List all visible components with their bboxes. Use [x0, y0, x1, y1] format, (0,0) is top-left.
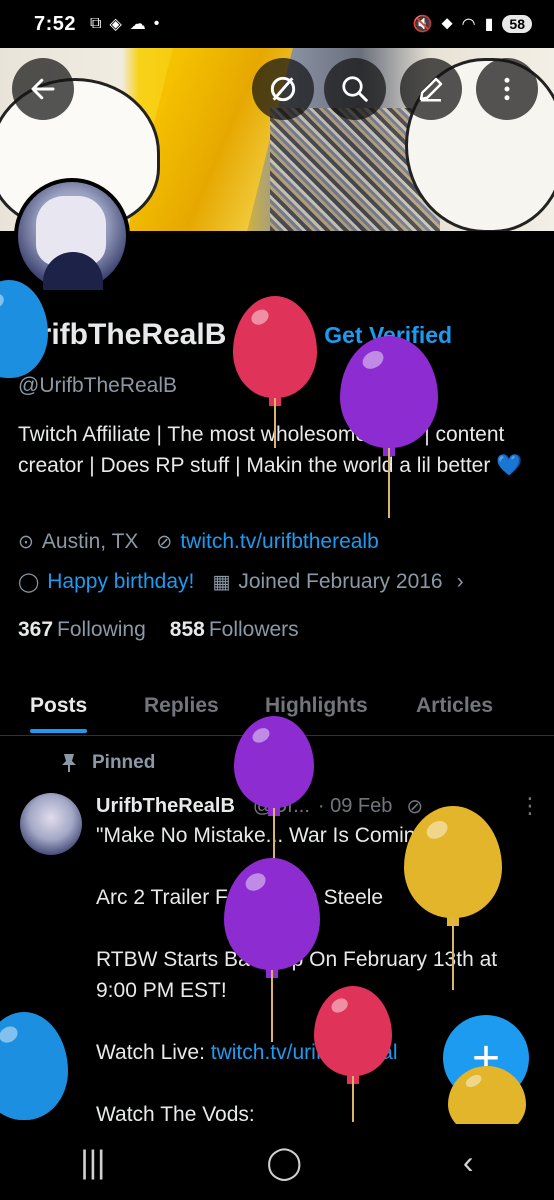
tab-replies[interactable]: Replies — [144, 690, 219, 718]
post-header: UrifbTheRealB @Ur... · 09 Feb ⊘ ⋮ — [96, 793, 541, 819]
post-author-handle[interactable]: @Ur... — [253, 795, 310, 818]
display-name: UrifbTheRealB — [18, 318, 227, 351]
location-text: Austin, TX — [41, 530, 139, 553]
system-back-button[interactable]: ‹ — [463, 1144, 474, 1181]
system-icons: 🔇 ⬥ ◠ ▮ 58 — [413, 14, 532, 34]
following-count: 367 — [18, 618, 54, 641]
home-button[interactable]: ◯ — [266, 1143, 302, 1181]
status-bar: 7:52 ⧉ ◈ ☁ • 🔇 ⬥ ◠ ▮ 58 — [0, 0, 554, 48]
dot-icon: • — [153, 15, 160, 32]
followers-count: 858 — [169, 618, 205, 641]
balloon-icon: ◯ — [18, 571, 40, 593]
blue-heart-emoji: 💙 — [496, 453, 523, 477]
name-row: UrifbTheRealB 🦌 Get Verified — [18, 318, 452, 352]
location-pin-icon: ⊙ — [18, 531, 34, 553]
meta-row-location: ⊙ Austin, TX ⊘ twitch.tv/urifbtherealb — [18, 530, 379, 554]
bio-text: Twitch Affiliate | The most wholesome De… — [18, 423, 505, 477]
compose-button[interactable]: + — [443, 1015, 529, 1101]
cloud-icon: ☁ — [129, 16, 146, 33]
tab-posts[interactable]: Posts — [30, 690, 88, 733]
website-link[interactable]: twitch.tv/urifbtherealb — [180, 530, 378, 554]
chevron-right-icon[interactable]: › — [457, 570, 464, 594]
more-button[interactable] — [476, 58, 538, 120]
tab-articles[interactable]: Articles — [416, 690, 493, 718]
balloon-decoration — [0, 1012, 68, 1120]
edit-button[interactable] — [400, 58, 462, 120]
profile-tabs: Posts Replies Highlights Articles — [0, 686, 554, 736]
edit-icon — [419, 77, 443, 102]
notification-icons: ⧉ ◈ ☁ • — [90, 14, 159, 34]
post-author-name[interactable]: UrifbTheRealB — [96, 795, 235, 818]
post-line: Arc 2 Trailer For Declan Steele — [96, 886, 384, 909]
following-stat[interactable]: 367 Following — [18, 618, 146, 642]
follow-stats: 367 Following 858 Followers — [18, 618, 299, 642]
link-icon: ⊘ — [156, 531, 173, 553]
watch-live-link[interactable]: twitch.tv/urifbthereal — [211, 1041, 398, 1064]
post-date[interactable]: · 09 Feb — [318, 795, 392, 818]
post-avatar[interactable] — [20, 793, 82, 855]
game-icon: ◈ — [109, 16, 122, 33]
search-icon — [342, 76, 368, 102]
back-button[interactable] — [12, 58, 74, 120]
post-line: "Make No Mistake... War Is Coming" — [96, 824, 435, 847]
pin-icon — [62, 754, 76, 772]
grok-icon — [270, 76, 296, 102]
mute-icon: 🔇 — [412, 16, 433, 33]
post-line: RTBW Starts Back Up On February 13th at … — [96, 948, 498, 1002]
battery-indicator: 58 — [502, 15, 532, 33]
pinned-label: Pinned — [92, 752, 156, 773]
verified-badge-icon[interactable] — [290, 323, 315, 347]
grok-post-icon[interactable]: ⊘ — [406, 794, 423, 819]
back-arrow-icon — [31, 78, 55, 100]
calendar-icon: ▦ — [212, 571, 231, 593]
grok-button[interactable] — [252, 58, 314, 120]
system-navigation-bar: ||| ◯ ‹ — [0, 1124, 554, 1200]
profile-avatar[interactable] — [14, 178, 130, 294]
watch-live-label: Watch Live: — [96, 1041, 211, 1064]
post-body[interactable]: "Make No Mistake... War Is Coming" Arc 2… — [96, 820, 536, 1161]
post-more-icon[interactable]: ⋮ — [519, 793, 541, 819]
screenshot-icon: ⧉ — [90, 15, 102, 32]
location-status-icon: ⬥ — [441, 15, 453, 32]
signal-icon: ▮ — [484, 16, 494, 33]
get-verified-link[interactable]: Get Verified — [324, 322, 452, 349]
pinned-indicator: Pinned — [60, 752, 155, 774]
profile-handle: @UrifbTheRealB — [18, 374, 178, 397]
plus-icon: + — [471, 1031, 501, 1085]
tab-highlights[interactable]: Highlights — [265, 690, 368, 718]
more-vertical-icon — [504, 77, 510, 101]
search-button[interactable] — [324, 58, 386, 120]
meta-row-birthday: ◯ Happy birthday! ▦ Joined February 2016… — [18, 570, 464, 594]
deer-emoji: 🦌 — [236, 321, 267, 349]
wifi-icon: ◠ — [461, 16, 476, 33]
recents-button[interactable]: ||| — [80, 1144, 105, 1181]
status-time: 7:52 — [34, 12, 77, 35]
followers-stat[interactable]: 858 Followers — [170, 618, 299, 642]
joined-text: Joined February 2016 — [238, 570, 443, 593]
profile-bio: Twitch Affiliate | The most wholesome De… — [18, 420, 538, 481]
following-label: Following — [57, 618, 146, 641]
followers-label: Followers — [208, 618, 299, 641]
birthday-link[interactable]: Happy birthday! — [47, 570, 194, 594]
